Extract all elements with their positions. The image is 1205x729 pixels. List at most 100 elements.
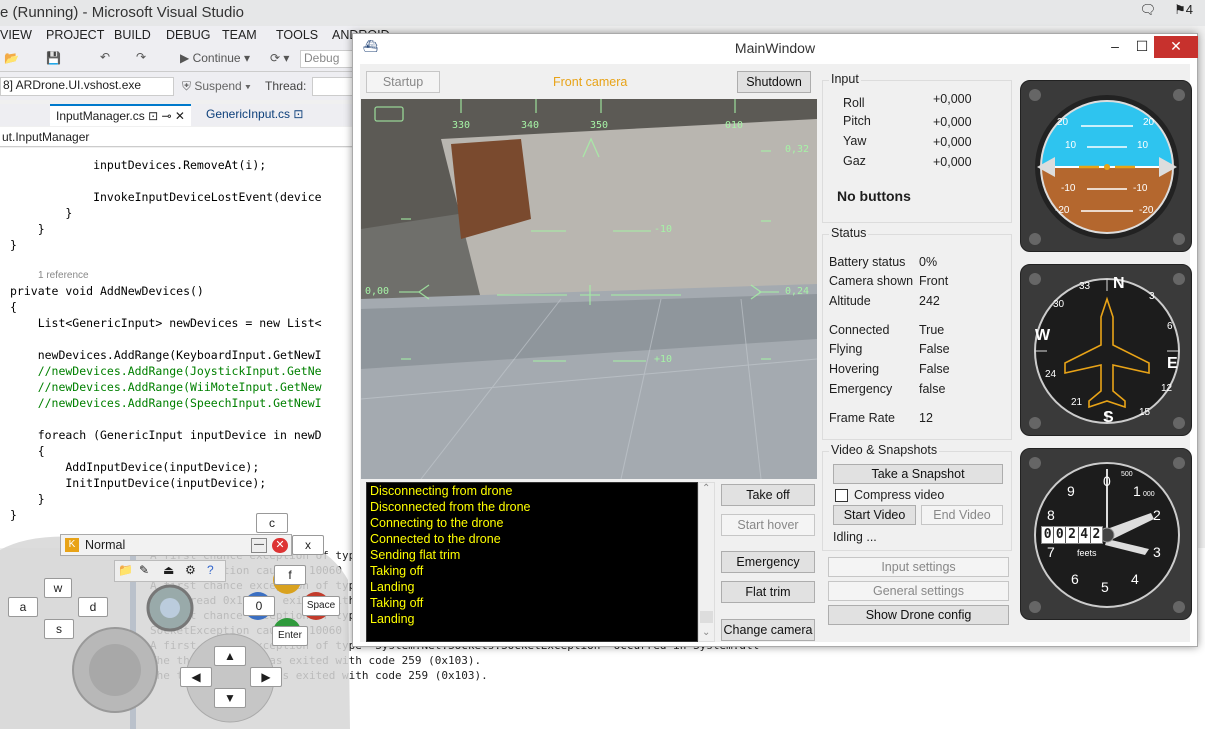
general-settings-button[interactable]: General settings	[828, 581, 1009, 601]
compass-n: N	[1113, 275, 1125, 292]
pitch-minus10-left: -10	[1061, 183, 1076, 194]
gear-icon[interactable]: ⚙	[185, 563, 196, 577]
alt-num-4: 4	[1131, 571, 1139, 587]
log-scrollbar[interactable]: ⌃ ⌄	[698, 482, 715, 642]
key-space[interactable]: Space	[302, 596, 340, 616]
startup-button[interactable]: Startup	[366, 71, 440, 93]
altimeter: 0 1 2 3 4 5 6 7 8 9 500 000 0 0 2 4 2 fe…	[1020, 448, 1192, 620]
frame-rate-value: 12	[919, 411, 933, 425]
alt-num-2: 2	[1153, 507, 1161, 523]
connected-label: Connected	[829, 323, 890, 337]
take-off-button[interactable]: Take off	[721, 484, 815, 506]
key-w[interactable]: w	[44, 578, 72, 598]
pitch-10-right: 10	[1137, 140, 1149, 151]
scroll-thumb[interactable]	[700, 611, 713, 623]
log-entry[interactable]: Landing	[367, 611, 697, 627]
config-dropdown[interactable]: Debug	[300, 50, 355, 68]
menu-debug[interactable]: DEBUG	[166, 28, 210, 42]
key-x[interactable]: x	[292, 535, 324, 555]
eject-icon[interactable]: ⏏	[163, 563, 174, 577]
key-f[interactable]: f	[274, 565, 306, 585]
key-c[interactable]: c	[256, 513, 288, 533]
feedback-icon[interactable]: 🗨	[1140, 2, 1157, 17]
menu-project[interactable]: PROJECT	[46, 28, 104, 42]
log-entry[interactable]: Taking off	[367, 563, 697, 579]
code-line: {	[10, 444, 45, 458]
vs-debug-toolbar: 8] ARDrone.UI.vshost.exe ⛨ Suspend ▾ Thr…	[0, 72, 360, 100]
menu-build[interactable]: BUILD	[114, 28, 151, 42]
key-zero[interactable]: 0	[243, 596, 275, 616]
log-entry[interactable]: Disconnected from the drone	[367, 499, 697, 515]
arrow-up-icon[interactable]: ▲	[214, 646, 246, 666]
reference-hint[interactable]: 1 reference	[38, 270, 89, 281]
pin-icon[interactable]: ⊡ ⊸	[148, 109, 171, 123]
pin-icon[interactable]: ⊡	[293, 107, 303, 121]
compass-12: 12	[1161, 383, 1173, 394]
log-list[interactable]: Disconnecting from drone Disconnected fro…	[366, 482, 698, 642]
key-a[interactable]: a	[8, 597, 38, 617]
edit-icon[interactable]: ✎	[139, 563, 149, 577]
folder-icon[interactable]: 📁	[118, 563, 133, 577]
code-line: List<GenericInput> newDevices = new List…	[10, 316, 322, 330]
minimize-icon[interactable]: —	[251, 538, 267, 553]
emergency-label: Emergency	[829, 382, 893, 396]
close-button[interactable]: ✕	[1154, 36, 1198, 58]
member-navigation[interactable]: ut.InputManager	[0, 127, 352, 147]
key-d[interactable]: d	[78, 597, 108, 617]
altitude-value: 242	[919, 294, 940, 308]
code-line: //newDevices.AddRange(WiiMoteInput.GetNe…	[10, 380, 322, 394]
code-line: //newDevices.AddRange(SpeechInput.GetNew…	[10, 396, 322, 410]
log-entry[interactable]: Disconnecting from drone	[367, 483, 697, 499]
log-entry[interactable]: Connected to the drone	[367, 531, 697, 547]
close-icon[interactable]: ✕	[175, 109, 185, 123]
camera-shown-value: Front	[919, 274, 949, 288]
battery-label: Battery status	[829, 255, 906, 269]
tab-inputmanager[interactable]: InputManager.cs ⊡ ⊸ ✕	[50, 104, 191, 126]
drone-config-button[interactable]: Show Drone config	[828, 605, 1009, 625]
continue-button[interactable]: ▶ Continue ▾	[180, 51, 250, 65]
log-entry[interactable]: Landing	[367, 579, 697, 595]
compass-24: 24	[1045, 369, 1057, 380]
arrow-down-icon[interactable]: ▼	[214, 688, 246, 708]
log-entry[interactable]: Sending flat trim	[367, 547, 697, 563]
menu-view[interactable]: VIEW	[0, 28, 32, 42]
alt-num-0: 0	[1103, 473, 1111, 489]
arrow-right-icon[interactable]: ▶	[250, 667, 282, 687]
key-enter[interactable]: Enter	[272, 626, 308, 646]
redo-icon[interactable]: ↷	[136, 50, 146, 64]
close-icon[interactable]: ✕	[272, 538, 288, 553]
arrow-left-icon[interactable]: ◀	[180, 667, 212, 687]
suspend-button[interactable]: ⛨ Suspend ▾	[182, 79, 251, 94]
tab-genericinput[interactable]: GenericInput.cs ⊡	[200, 104, 309, 126]
compress-checkbox[interactable]	[835, 489, 848, 502]
code-line: InitInputDevice(inputDevice);	[10, 476, 267, 490]
menu-tools[interactable]: TOOLS	[276, 28, 318, 42]
emergency-button[interactable]: Emergency	[721, 551, 815, 573]
key-s[interactable]: s	[44, 619, 74, 639]
process-dropdown[interactable]: 8] ARDrone.UI.vshost.exe	[0, 77, 174, 96]
start-hover-button[interactable]: Start hover	[721, 514, 815, 536]
change-camera-button[interactable]: Change camera	[721, 619, 815, 641]
thread-dropdown[interactable]	[312, 77, 357, 96]
snapshot-button[interactable]: Take a Snapshot	[833, 464, 1003, 484]
flat-trim-button[interactable]: Flat trim	[721, 581, 815, 603]
menu-team[interactable]: TEAM	[222, 28, 257, 42]
alt-digit: 0	[1042, 527, 1055, 543]
log-entry[interactable]: Taking off	[367, 595, 697, 611]
start-video-button[interactable]: Start Video	[833, 505, 916, 525]
notification-flag[interactable]: 🗨 ⚑4	[1140, 2, 1193, 18]
code-editor[interactable]: inputDevices.RemoveAt(i); InvokeInputDev…	[0, 148, 352, 548]
hovering-label: Hovering	[829, 362, 880, 376]
shutdown-button[interactable]: Shutdown	[737, 71, 811, 93]
undo-icon[interactable]: ↶	[100, 50, 110, 64]
open-icon[interactable]: 📂	[4, 51, 19, 65]
scroll-up-icon[interactable]: ⌃	[702, 483, 710, 494]
save-icon[interactable]: 💾	[46, 51, 61, 65]
refresh-icon[interactable]: ⟳ ▾	[270, 51, 289, 65]
help-icon[interactable]: ?	[207, 563, 214, 577]
pitch-minus20-right: -20	[1139, 205, 1154, 216]
input-settings-button[interactable]: Input settings	[828, 557, 1009, 577]
log-entry[interactable]: Connecting to the drone	[367, 515, 697, 531]
scroll-down-icon[interactable]: ⌄	[702, 627, 710, 638]
end-video-button[interactable]: End Video	[921, 505, 1003, 525]
